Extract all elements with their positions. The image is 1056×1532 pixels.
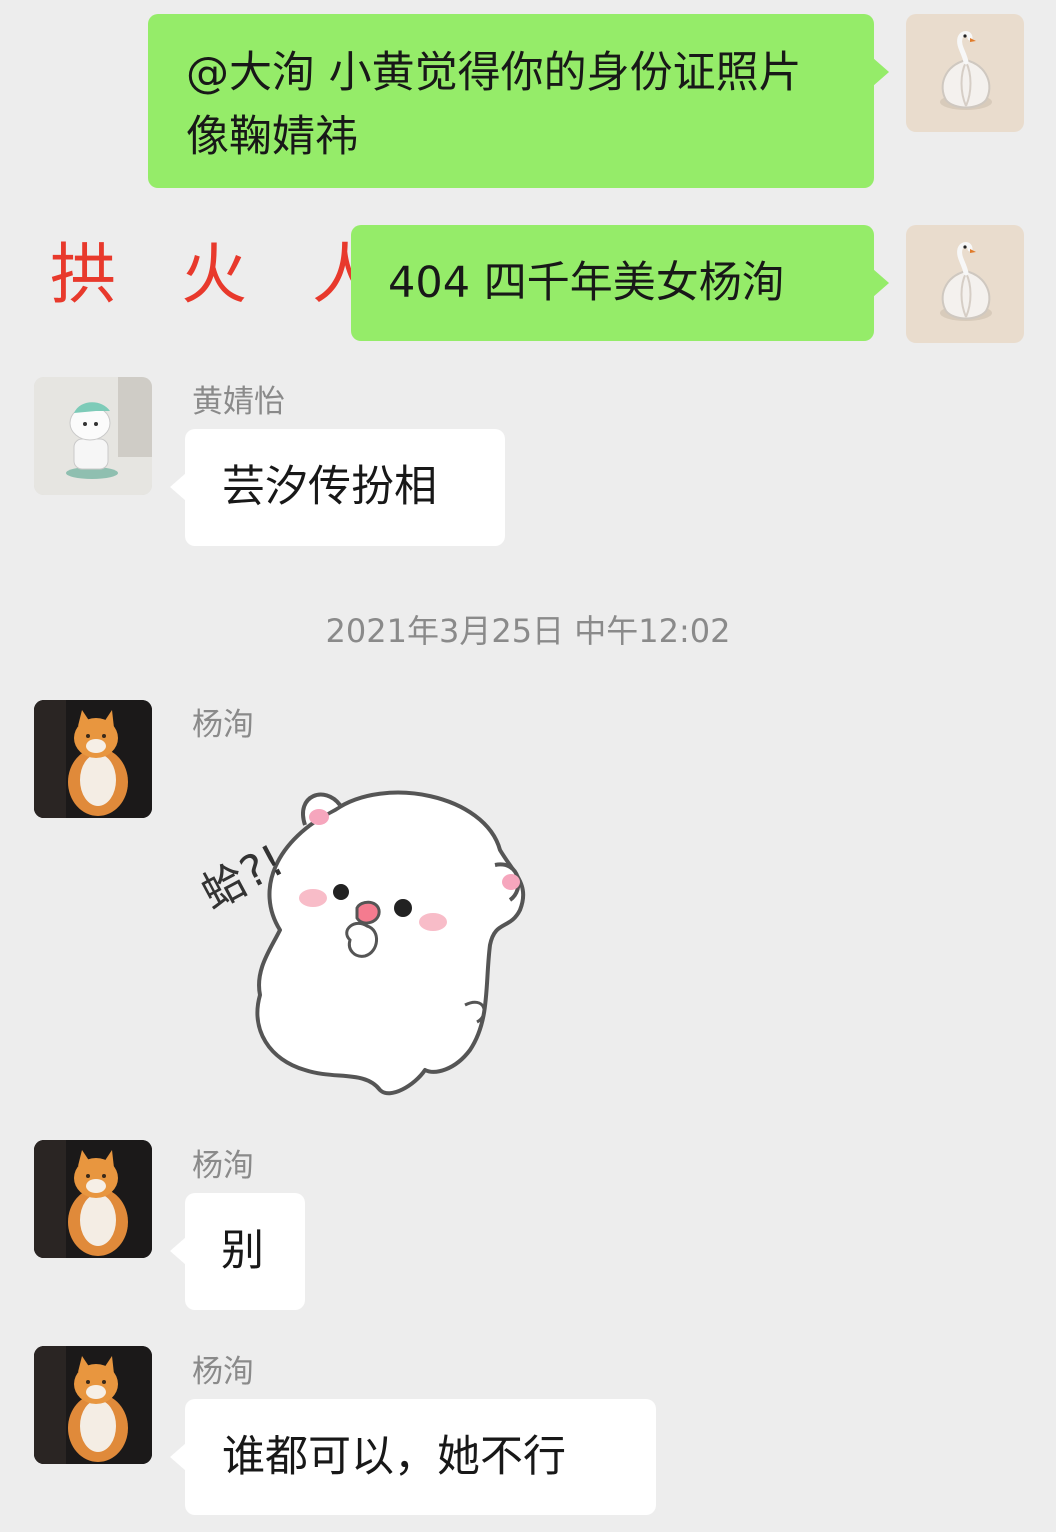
sender-name: 杨洵	[192, 1148, 254, 1184]
orange-cat-icon	[34, 700, 152, 818]
message-text: 谁都可以，她不行	[222, 1432, 566, 1482]
orange-cat-icon	[34, 1346, 152, 1464]
self-avatar[interactable]	[906, 225, 1024, 343]
other-message-bubble[interactable]: 芸汐传扮相	[170, 429, 505, 546]
yang-avatar[interactable]	[34, 1346, 152, 1464]
hamster-sticker[interactable]: 蛤?!	[185, 770, 545, 1110]
message-text: 别	[221, 1226, 264, 1276]
other-message-bubble[interactable]: 谁都可以，她不行	[170, 1399, 656, 1515]
garlic-swan-icon	[940, 242, 992, 321]
sender-name: 杨洵	[192, 1354, 254, 1390]
message-text: 芸汐传扮相	[222, 462, 437, 512]
self-message-bubble[interactable]: @大洵 小黄觉得你的身份证照片像鞠婧祎	[148, 14, 889, 188]
yang-avatar[interactable]	[34, 700, 152, 818]
sender-name: 黄婧怡	[192, 384, 285, 420]
yang-avatar[interactable]	[34, 1140, 152, 1258]
orange-cat-icon	[34, 1140, 152, 1258]
message-text: @大洵 小黄觉得你的身份证照片像鞠婧祎	[186, 48, 802, 162]
red-overlay-caption: 拱 火 人	[50, 236, 400, 313]
sender-name: 杨洵	[192, 707, 254, 743]
other-message-bubble[interactable]: 别	[170, 1193, 305, 1310]
robot-dog-icon	[34, 377, 152, 495]
message-text: 404 四千年美女杨洵	[388, 258, 785, 308]
hamster-sticker-image: 蛤?!	[193, 790, 526, 1096]
huang-avatar[interactable]	[34, 377, 152, 495]
chat-timestamp: 2021年3月25日 中午12:02	[325, 612, 731, 650]
self-avatar[interactable]	[906, 14, 1024, 132]
self-message-bubble[interactable]: 404 四千年美女杨洵	[351, 225, 889, 341]
garlic-swan-icon	[940, 31, 992, 110]
